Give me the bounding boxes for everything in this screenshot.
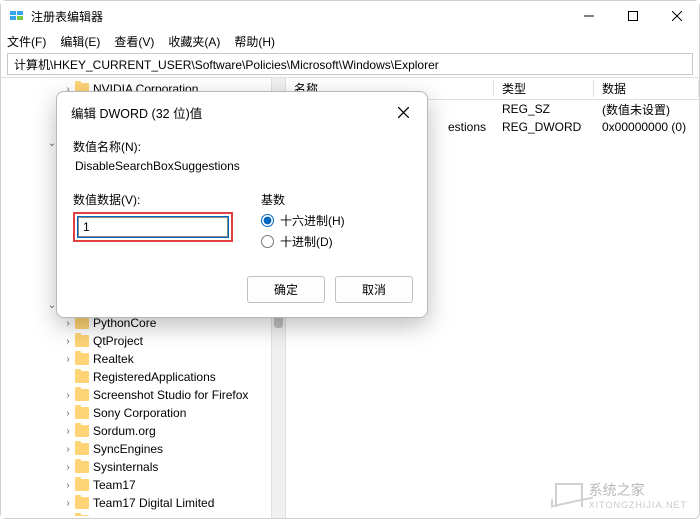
tree-item[interactable]: › Team17 [1, 476, 285, 494]
radio-dec-input[interactable] [261, 235, 274, 248]
radio-dec-label: 十进制(D) [280, 233, 333, 250]
close-button[interactable] [655, 1, 699, 31]
tree-item[interactable]: › Sony Corporation [1, 404, 285, 422]
chevron-right-icon[interactable]: › [61, 516, 75, 517]
menubar: 文件(F) 编辑(E) 查看(V) 收藏夹(A) 帮助(H) [1, 31, 699, 51]
value-name-field[interactable]: DisableSearchBoxSuggestions [75, 159, 411, 173]
chevron-right-icon[interactable]: › [61, 426, 75, 437]
tree-item[interactable]: RegisteredApplications [1, 368, 285, 386]
row-type: REG_DWORD [494, 120, 594, 134]
folder-icon [75, 335, 89, 347]
tree-item-label: TeamViewer [93, 514, 159, 516]
radio-hex-label: 十六进制(H) [280, 212, 345, 229]
edit-dword-dialog: 编辑 DWORD (32 位)值 数值名称(N): DisableSearchB… [56, 91, 428, 318]
dialog-title: 编辑 DWORD (32 位)值 [71, 103, 391, 122]
menu-favorites[interactable]: 收藏夹(A) [168, 33, 220, 50]
row-data: 0x00000000 (0) [594, 120, 699, 134]
tree-item[interactable]: › SyncEngines [1, 440, 285, 458]
row-data: (数值未设置) [594, 101, 699, 118]
tree-item-label: Team17 Digital Limited [93, 496, 214, 510]
folder-icon [75, 317, 89, 329]
tree-item-label: SyncEngines [93, 442, 163, 456]
chevron-right-icon[interactable]: › [61, 390, 75, 401]
tree-item[interactable]: › Realtek [1, 350, 285, 368]
radio-hex-input[interactable] [261, 214, 274, 227]
menu-edit[interactable]: 编辑(E) [60, 33, 100, 50]
value-name-label: 数值名称(N): [73, 138, 411, 155]
value-data-input[interactable] [78, 217, 228, 237]
folder-icon [75, 353, 89, 365]
address-bar[interactable]: 计算机\HKEY_CURRENT_USER\Software\Policies\… [7, 53, 693, 75]
cancel-button[interactable]: 取消 [335, 276, 413, 303]
folder-icon [75, 407, 89, 419]
tree-item-label: PythonCore [93, 316, 156, 330]
tree-item[interactable]: › TeamViewer [1, 512, 285, 516]
address-path: 计算机\HKEY_CURRENT_USER\Software\Policies\… [14, 56, 439, 73]
folder-icon [75, 479, 89, 491]
chevron-right-icon[interactable]: › [61, 408, 75, 419]
minimize-button[interactable] [567, 1, 611, 31]
regedit-icon [9, 8, 25, 24]
folder-icon [75, 515, 89, 516]
radio-dec[interactable]: 十进制(D) [261, 233, 345, 250]
chevron-right-icon[interactable]: › [61, 336, 75, 347]
titlebar: 注册表编辑器 [1, 1, 699, 31]
radio-hex[interactable]: 十六进制(H) [261, 212, 345, 229]
chevron-right-icon[interactable]: › [61, 498, 75, 509]
dialog-close-button[interactable] [391, 100, 415, 124]
folder-icon [75, 443, 89, 455]
col-type[interactable]: 类型 [494, 80, 594, 97]
tree-item[interactable]: › Screenshot Studio for Firefox [1, 386, 285, 404]
tree-item-label: Sordum.org [93, 424, 156, 438]
chevron-right-icon[interactable]: › [61, 462, 75, 473]
chevron-right-icon[interactable]: › [61, 318, 75, 329]
maximize-button[interactable] [611, 1, 655, 31]
tree-item-label: RegisteredApplications [93, 370, 216, 384]
window-title: 注册表编辑器 [31, 8, 567, 25]
base-group-label: 基数 [261, 191, 345, 208]
folder-icon [75, 425, 89, 437]
row-type: REG_SZ [494, 102, 594, 116]
tree-item[interactable]: › QtProject [1, 332, 285, 350]
ok-button[interactable]: 确定 [247, 276, 325, 303]
folder-icon [75, 497, 89, 509]
menu-view[interactable]: 查看(V) [114, 33, 154, 50]
value-data-highlight [73, 212, 233, 242]
tree-item-label: QtProject [93, 334, 143, 348]
col-data[interactable]: 数据 [594, 80, 699, 97]
chevron-right-icon[interactable]: › [61, 354, 75, 365]
menu-help[interactable]: 帮助(H) [234, 33, 275, 50]
tree-item-label: Sony Corporation [93, 406, 186, 420]
folder-icon [75, 389, 89, 401]
folder-icon [75, 371, 89, 383]
chevron-right-icon[interactable]: › [61, 480, 75, 491]
dialog-titlebar: 编辑 DWORD (32 位)值 [57, 92, 427, 130]
tree-item-label: Sysinternals [93, 460, 158, 474]
chevron-right-icon[interactable]: › [61, 444, 75, 455]
folder-icon [75, 461, 89, 473]
tree-item-label: Screenshot Studio for Firefox [93, 388, 248, 402]
value-data-label: 数值数据(V): [73, 191, 233, 208]
tree-item-label: Realtek [93, 352, 134, 366]
tree-item[interactable]: › Team17 Digital Limited [1, 494, 285, 512]
tree-item[interactable]: › Sysinternals [1, 458, 285, 476]
tree-item[interactable]: › Sordum.org [1, 422, 285, 440]
menu-file[interactable]: 文件(F) [7, 33, 46, 50]
tree-item-label: Team17 [93, 478, 136, 492]
